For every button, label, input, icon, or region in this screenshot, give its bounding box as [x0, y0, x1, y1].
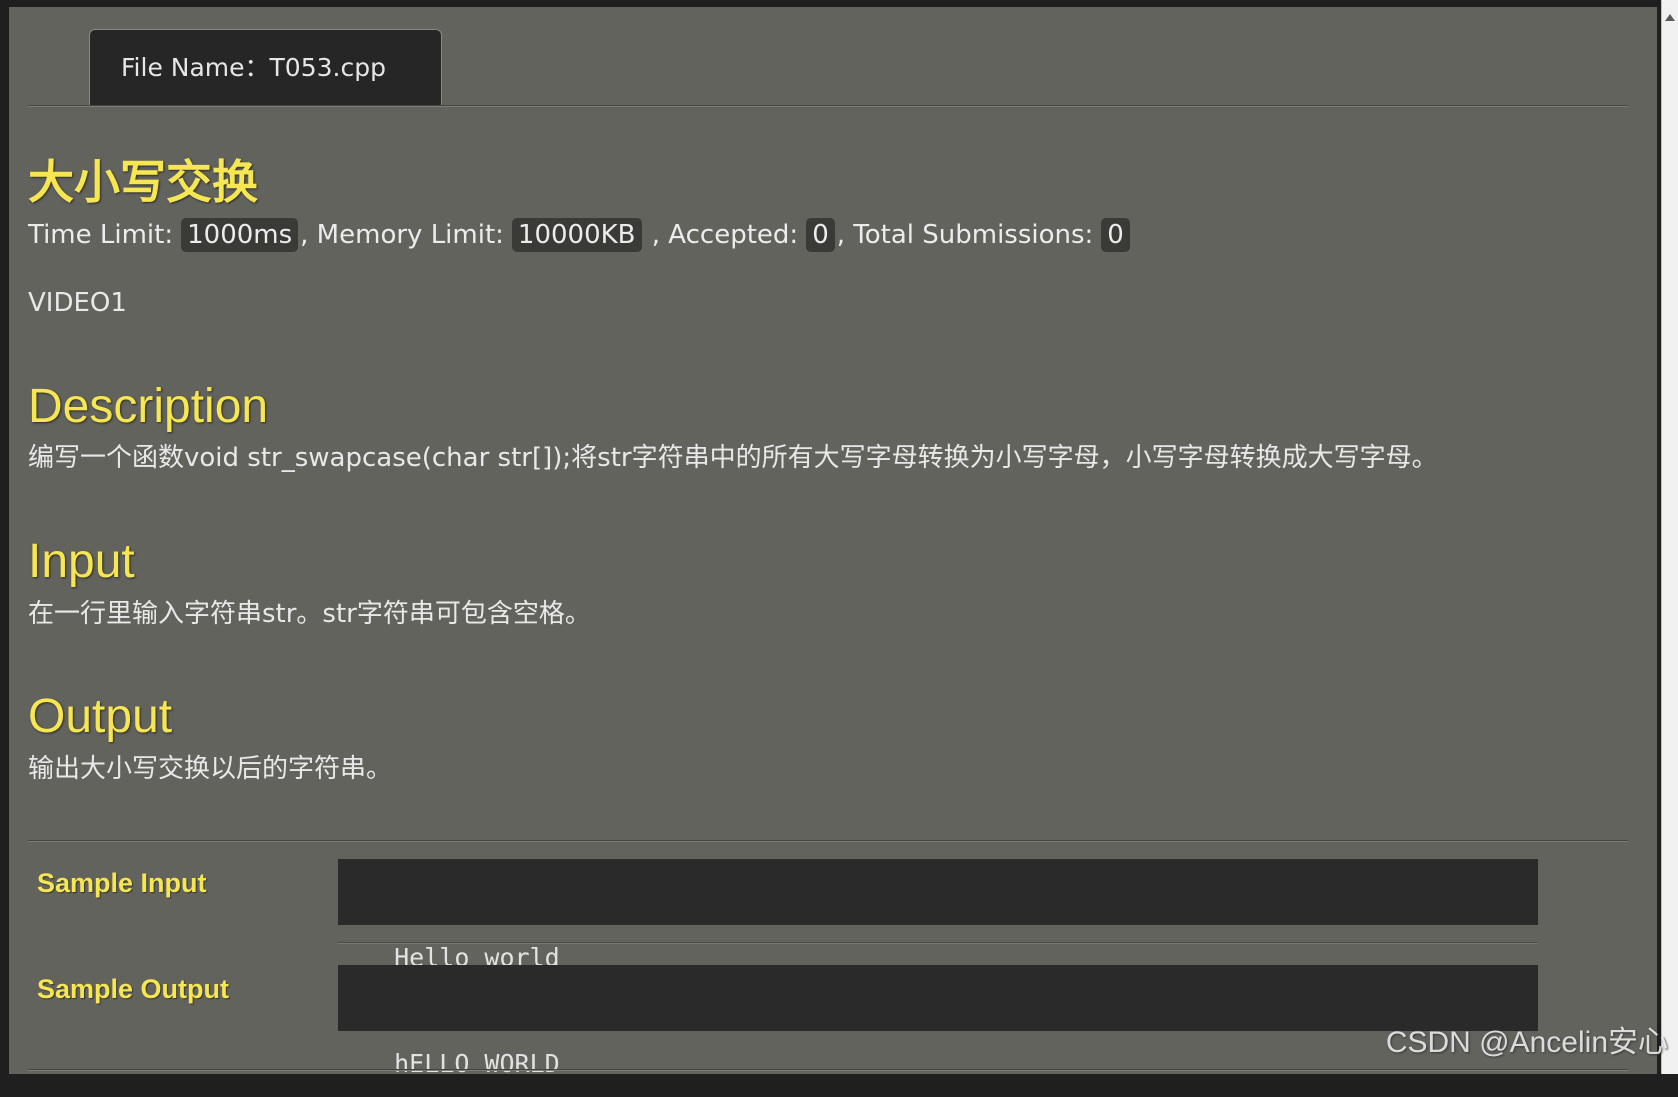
- accepted-label: , Accepted:: [643, 220, 799, 250]
- sample-input-label: Sample Input: [37, 868, 207, 898]
- problem-limits: Time Limit: 1000ms , Memory Limit: 10000…: [28, 218, 1132, 252]
- output-text: 输出大小写交换以后的字符串。: [28, 754, 393, 784]
- output-heading: Output: [28, 690, 173, 743]
- vertical-scrollbar[interactable]: [1661, 0, 1678, 1074]
- sample-output-box[interactable]: hELLO WORLD: [338, 965, 1538, 1078]
- sample-separator: [338, 942, 1538, 944]
- file-name-label: File Name：T053.cpp: [121, 53, 386, 82]
- time-limit-label: Time Limit:: [28, 220, 174, 250]
- samples-divider: [28, 840, 1628, 842]
- description-text: 编写一个函数void str_swapcase(char str[]);将str…: [28, 443, 1438, 473]
- scroll-up-arrow-icon[interactable]: [1665, 14, 1675, 21]
- memory-limit-badge: 10000KB: [511, 218, 642, 252]
- total-submissions-label: , Total Submissions:: [836, 220, 1094, 250]
- input-text: 在一行里输入字符串str。str字符串可包含空格。: [28, 599, 591, 629]
- problem-source: VIDEO1: [28, 288, 127, 318]
- tab-divider: [28, 105, 1628, 107]
- input-heading: Input: [28, 535, 135, 588]
- total-submissions-badge: 0: [1101, 218, 1130, 252]
- memory-limit-label: , Memory Limit:: [300, 220, 504, 250]
- sample-input-box[interactable]: Hello world: [338, 859, 1538, 972]
- sample-output-label: Sample Output: [37, 974, 230, 1004]
- bottom-divider: [28, 1069, 1628, 1071]
- description-heading: Description: [28, 380, 269, 433]
- problem-title: 大小写交换: [28, 155, 258, 209]
- accepted-badge: 0: [806, 218, 835, 252]
- csdn-watermark: CSDN @Ancelin安心: [1385, 1026, 1668, 1059]
- time-limit-badge: 1000ms: [181, 218, 299, 252]
- file-name-tab[interactable]: File Name：T053.cpp: [89, 29, 442, 106]
